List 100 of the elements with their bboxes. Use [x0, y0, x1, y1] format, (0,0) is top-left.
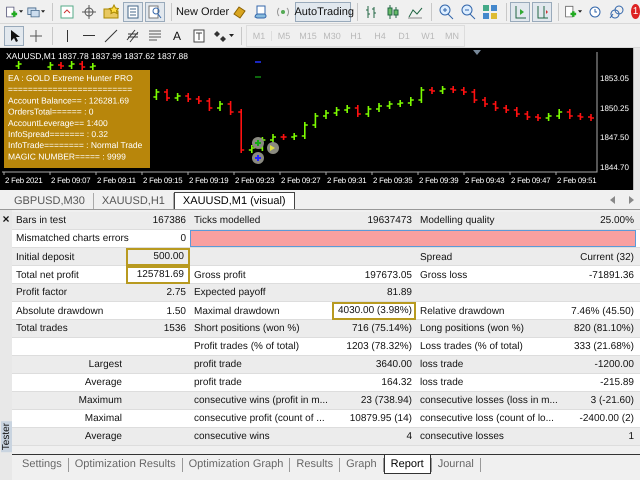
- info-line: InfoSpread======= : 0.32: [8, 129, 108, 139]
- table-cell-text: 164.32: [380, 377, 413, 388]
- table-cell-text: 167386: [152, 215, 187, 226]
- table-cell-text: 1203 (78.32%): [345, 341, 413, 352]
- table-cell-text: Absolute drawdown: [15, 306, 104, 316]
- caret-icon: [229, 34, 234, 37]
- table-cell-text: 25.00%: [599, 215, 635, 226]
- table-cell-text: 820 (81.10%): [572, 323, 635, 334]
- caret-icon: [18, 10, 23, 13]
- table-cell-text: 3640.00: [374, 359, 413, 370]
- trade-marker-icon: [252, 152, 264, 164]
- template-icon: [564, 4, 577, 20]
- table-cell-text: Mismatched charts errors: [15, 233, 126, 244]
- toolbar-button[interactable]: [510, 2, 530, 22]
- table-cell-text: Initial deposit: [15, 252, 76, 262]
- table-cell-text: consecutive profit (count of ...: [193, 413, 326, 424]
- table-cell-text: Total net profit: [15, 270, 80, 280]
- table-cell-text: 716 (75.14%): [350, 323, 413, 334]
- channel-icon: [125, 28, 141, 44]
- table-cell-text: loss trade: [419, 377, 464, 388]
- table-cell-text: 1536: [162, 323, 187, 334]
- scroll-right-icon[interactable]: [628, 196, 634, 204]
- close-button[interactable]: ×: [2, 212, 10, 226]
- price-tick: 1844.70: [600, 163, 629, 172]
- table-cell-text: 1.50: [166, 306, 187, 316]
- new-order-button[interactable]: New Order: [175, 2, 227, 22]
- zoom-in-icon: [438, 4, 454, 20]
- table-cell-text: 2.75: [166, 287, 187, 298]
- table-cell-text: Modelling quality: [419, 215, 496, 226]
- tester-tab[interactable]: Graph: [340, 455, 383, 473]
- table-cell: 500.00: [126, 248, 190, 266]
- scroll-left-icon[interactable]: [610, 196, 616, 204]
- table-cell-text: Ticks modelled: [193, 215, 262, 226]
- table-cell-text: 4: [405, 431, 413, 442]
- chart-title: XAUUSD,M1 1837.78 1837.99 1837.62 1837.88: [6, 51, 188, 61]
- toolbar-button[interactable]: [532, 2, 552, 22]
- notification-badge[interactable]: 1: [630, 4, 640, 19]
- text-tool-button[interactable]: A: [167, 26, 187, 46]
- table-cell-text: Total trades: [15, 323, 69, 334]
- table-cell-text: 23 (738.94): [360, 395, 413, 406]
- table-cell-text: consecutive losses (loss in m...: [419, 395, 559, 406]
- scrollbar[interactable]: [633, 48, 640, 190]
- table-cell-text: Profit factor: [15, 287, 68, 298]
- document-search-icon: [146, 4, 163, 20]
- table-cell-text: profit trade: [193, 377, 243, 388]
- table-cell-text: consecutive losses: [419, 431, 505, 442]
- trade-marker-icon: [252, 137, 264, 149]
- tester-tab[interactable]: Report: [384, 455, 431, 474]
- table-cell-text: 333 (21.68%): [572, 341, 635, 352]
- table-cell-text: Average: [84, 431, 123, 442]
- table-cell-text: 3 (-21.60): [590, 395, 635, 406]
- info-line: AccountLeverage== 1:400: [8, 118, 108, 128]
- info-line: =========================: [8, 84, 132, 94]
- tester-tab[interactable]: Optimization Graph: [182, 455, 290, 473]
- table-cell-text: -215.89: [599, 377, 635, 388]
- chart-tab[interactable]: XAUUSD,M1 (visual): [174, 192, 295, 209]
- tester-tab[interactable]: Journal: [432, 455, 480, 473]
- info-line: InfoTrade======== : Normal Trade: [8, 140, 142, 150]
- table-cell-text: Current (32): [579, 252, 635, 262]
- tester-tab[interactable]: Results: [290, 455, 340, 473]
- table-cell-text: Maximal: [84, 413, 123, 424]
- table-cell-text: 197673.05: [364, 270, 413, 280]
- panel-title: Tester: [0, 420, 12, 452]
- trade-marker-icon: [267, 142, 279, 154]
- table-cell-text: Relative drawdown: [419, 306, 506, 316]
- cloud-icon: [252, 4, 269, 20]
- folder-star-icon: [102, 4, 119, 20]
- table-cell-text: 7.46% (45.50): [570, 306, 635, 316]
- table-cell-text: -2400.00 (2): [578, 413, 635, 424]
- tester-tab[interactable]: Settings: [16, 455, 68, 473]
- table-cell-text: 10879.95 (14): [348, 413, 413, 424]
- list-icon: [124, 4, 141, 20]
- info-line: OrdersTotal====== : 0: [8, 106, 94, 117]
- new-chart-icon: [5, 4, 18, 20]
- table-cell-text: Largest: [88, 359, 123, 370]
- toolbar-button[interactable]: [122, 2, 143, 22]
- table-cell-text: Short positions (won %): [193, 323, 301, 334]
- table-cell-text: consecutive loss (count of lo...: [419, 413, 555, 424]
- trend-line-icon: [103, 28, 119, 44]
- table-cell-text: Average: [84, 377, 123, 388]
- table-cell-text: 81.89: [386, 287, 413, 298]
- table-cell-text: Long positions (won %): [419, 323, 525, 334]
- table-cell-text: Expected payoff: [193, 287, 267, 298]
- info-line: MAGIC NUMBER===== : 9999: [8, 151, 126, 162]
- table-cell-text: Gross profit: [193, 270, 247, 280]
- price-tick: 1853.05: [600, 74, 629, 83]
- chart-tab[interactable]: GBPUSD,M30: [6, 193, 94, 209]
- table-cell-text: Maximum: [78, 395, 123, 406]
- tester-tab[interactable]: Optimization Results: [68, 455, 182, 473]
- table-cell-text: consecutive wins: [193, 431, 271, 442]
- tile-windows-icon: [482, 4, 498, 20]
- table-cell-text: -1200.00: [594, 359, 635, 370]
- table-cell-text: Maximal drawdown: [193, 306, 281, 316]
- vertical-line-icon: [66, 30, 68, 42]
- table-cell-text: Bars in test: [15, 215, 68, 226]
- ingot-icon: [230, 4, 247, 20]
- toolbar-button[interactable]: [4, 26, 24, 46]
- info-line: EA : GOLD Extreme Hunter PRO: [8, 73, 133, 83]
- table-cell-text: profit trade: [193, 359, 243, 370]
- info-line: Account Balance== : 126281.69: [8, 95, 129, 106]
